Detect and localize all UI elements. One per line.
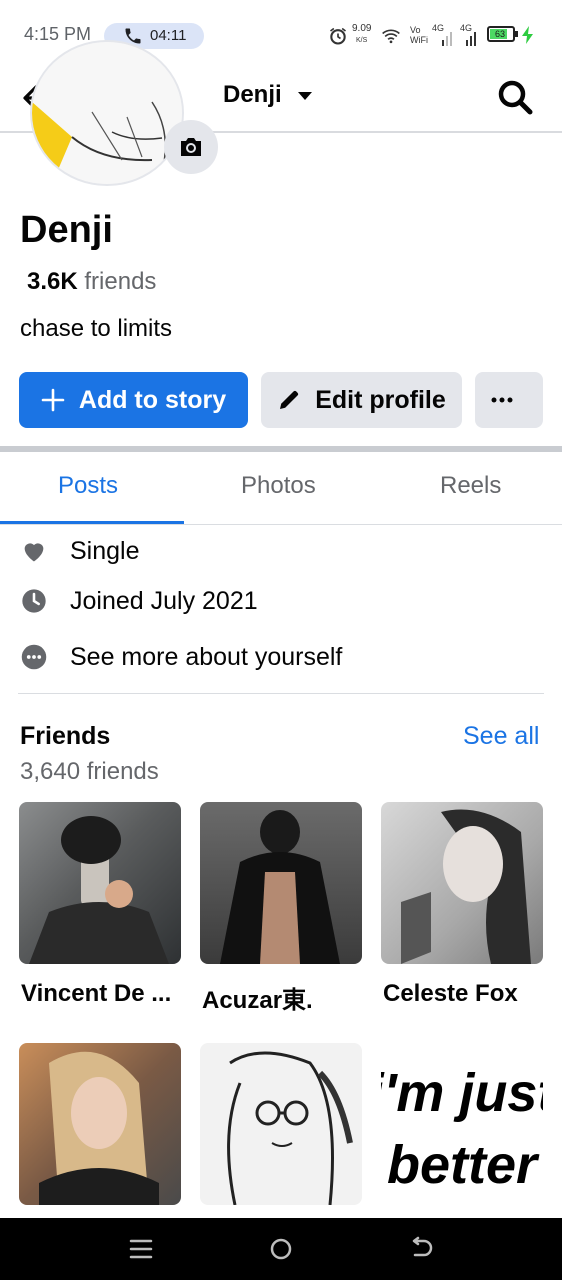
speed-unit: K/S <box>356 37 368 44</box>
divider <box>18 693 544 694</box>
heart-icon <box>24 543 44 562</box>
friends-section-title: Friends <box>20 722 111 750</box>
wifi-icon <box>382 29 400 44</box>
search-icon <box>498 80 533 115</box>
intro-see-more[interactable]: See more about yourself <box>20 637 540 677</box>
friends-label: friends <box>84 268 157 295</box>
add-to-story-label: Add to story <box>78 385 227 414</box>
edit-profile-button[interactable]: Edit profile <box>261 372 462 428</box>
battery-icon: 63 <box>487 26 515 42</box>
vowifi-top: Vo <box>410 25 421 35</box>
intro-relationship: Single <box>20 531 540 571</box>
change-photo-button[interactable] <box>164 120 218 174</box>
more-options-button[interactable] <box>475 372 543 428</box>
speed-value: 9.09 <box>352 23 372 34</box>
friend-photo[interactable]: i'm just better <box>381 1043 543 1205</box>
battery-level: 63 <box>495 29 506 39</box>
friend-photo[interactable] <box>19 802 181 964</box>
profile-name: Denji <box>20 209 113 251</box>
friend-photo[interactable] <box>381 802 543 964</box>
call-timer: 04:11 <box>150 27 187 44</box>
header-title[interactable]: Denji <box>223 81 282 109</box>
tab-photos[interactable]: Photos <box>241 472 316 500</box>
plus-icon <box>41 388 65 412</box>
system-nav-bar <box>0 1218 562 1280</box>
friend-name[interactable]: Acuzar東. <box>202 980 362 1015</box>
home-icon[interactable] <box>266 1234 296 1264</box>
more-dots-icon <box>491 397 513 403</box>
menu-icon[interactable] <box>126 1234 156 1264</box>
profile-avatar[interactable] <box>30 40 184 186</box>
tab-reels[interactable]: Reels <box>440 472 501 500</box>
add-to-story-button[interactable]: Add to story <box>19 372 248 428</box>
alarm-icon <box>330 27 346 45</box>
intro-text: Single <box>70 537 140 565</box>
intro-text: Joined July 2021 <box>70 587 258 615</box>
status-icons: 9.09 K/S Vo WiFi 4G 4G 63 <box>326 22 542 50</box>
friends-count-line[interactable]: 3.6K friends <box>27 268 156 296</box>
avatar-image <box>32 42 182 184</box>
status-time: 4:15 PM <box>24 24 92 44</box>
pencil-icon <box>280 390 299 409</box>
vowifi-bottom: WiFi <box>410 35 428 45</box>
active-tab-indicator <box>0 521 184 524</box>
tile-text-line-2: better <box>387 1135 540 1195</box>
tile-text-line-1: i'm just <box>381 1063 543 1123</box>
friends-count: 3.6K <box>27 268 78 295</box>
back-nav-icon[interactable] <box>406 1234 436 1264</box>
intro-text: See more about yourself <box>70 643 343 671</box>
caret-down-icon[interactable] <box>298 92 312 100</box>
search-button[interactable] <box>494 76 536 118</box>
profile-bio: chase to limits <box>20 315 173 342</box>
tab-posts[interactable]: Posts <box>58 472 118 500</box>
more-dots-icon <box>21 644 47 670</box>
edit-profile-label: Edit profile <box>315 385 446 414</box>
friend-name[interactable]: Vincent De ... <box>21 980 181 1008</box>
camera-icon <box>181 138 201 156</box>
friends-total: 3,640 friends <box>20 758 159 785</box>
friend-photo[interactable] <box>200 802 362 964</box>
profile-tabs: Posts Photos Reels <box>0 452 562 525</box>
friend-photo[interactable] <box>200 1043 362 1205</box>
see-all-friends-link[interactable]: See all <box>463 722 539 751</box>
charging-icon <box>522 26 533 44</box>
friend-name[interactable]: Celeste Fox <box>383 980 543 1008</box>
signal-icon <box>442 32 452 46</box>
clock-icon <box>22 589 46 613</box>
friend-photo[interactable] <box>19 1043 181 1205</box>
intro-joined: Joined July 2021 <box>20 581 540 621</box>
signal-icon <box>466 32 476 46</box>
